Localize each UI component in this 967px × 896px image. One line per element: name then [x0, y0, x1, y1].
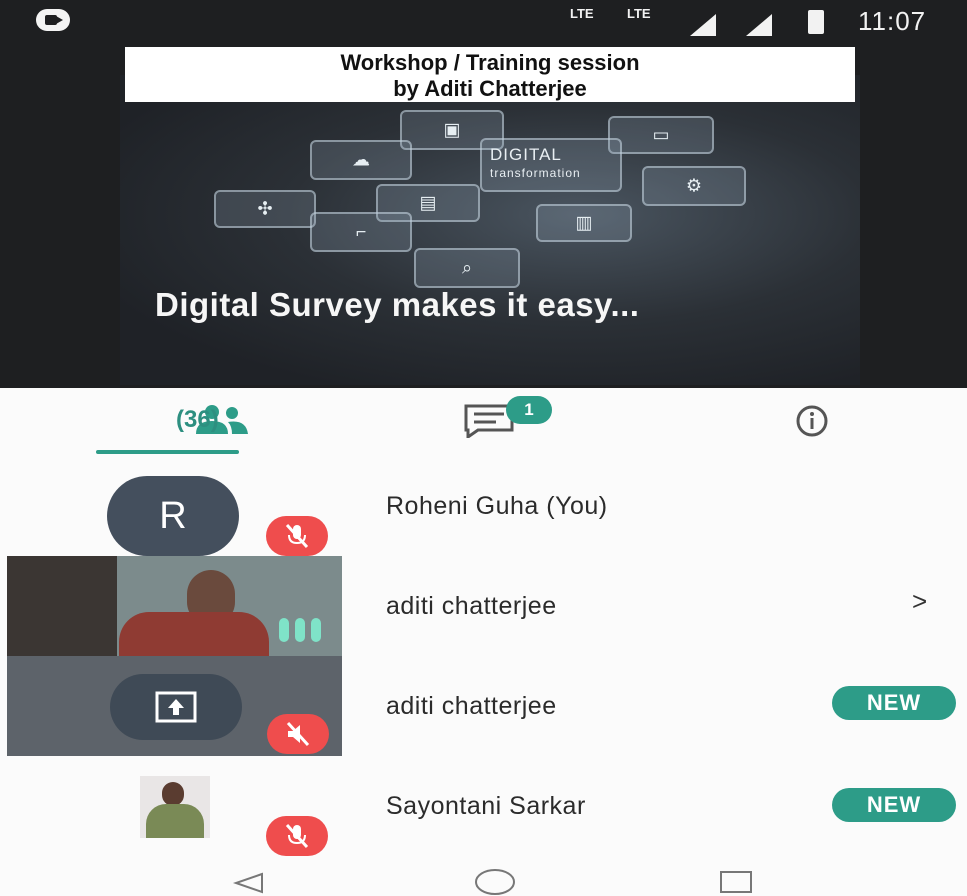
clock: 11:07: [858, 6, 927, 36]
participant-row[interactable]: Sayontani Sarkar NEW: [0, 758, 967, 858]
slide-caption: Digital Survey makes it easy...: [155, 286, 640, 323]
gears-tile-icon: ⚙: [642, 166, 746, 206]
mic-off-icon: [267, 714, 329, 754]
system-nav-bar: [0, 858, 967, 896]
participant-name: aditi chatterjee: [386, 692, 557, 720]
signal-icon: [746, 14, 772, 36]
session-presenter: by Aditi Chatterjee: [393, 76, 587, 101]
monitor-tile-icon: ▭: [608, 116, 714, 154]
participant-row[interactable]: R Roheni Guha (You): [0, 458, 967, 558]
chat-unread-badge: 1: [506, 396, 552, 424]
avatar-photo: [140, 776, 210, 838]
participant-name: Sayontani Sarkar: [386, 792, 586, 820]
mic-off-icon: [266, 816, 328, 856]
home-icon[interactable]: [472, 868, 518, 896]
audio-level-icon: [279, 618, 331, 642]
video-stage[interactable]: LTE LTE 11:07 Workshop / Training sessio…: [0, 0, 967, 388]
new-badge: NEW: [832, 686, 956, 720]
recents-icon[interactable]: [718, 870, 754, 894]
tab-participants[interactable]: (36): [90, 388, 250, 458]
battery-icon: [808, 10, 824, 34]
mic-off-icon: [266, 516, 328, 556]
cloud-tile-icon: ☁: [310, 140, 412, 180]
new-badge: NEW: [832, 788, 956, 822]
person-body: [119, 612, 269, 656]
lte-label: LTE: [570, 6, 594, 21]
signal-icon: [690, 14, 716, 36]
slide-word: transformation: [490, 166, 581, 180]
participant-video: [7, 556, 342, 656]
network-tile-icon: ✣: [214, 190, 316, 228]
session-title-banner: Workshop / Training session by Aditi Cha…: [125, 47, 855, 102]
tab-info[interactable]: [770, 388, 860, 458]
share-screen-button[interactable]: [110, 674, 242, 740]
avatar: R: [107, 476, 239, 556]
screen-share-tile: [7, 656, 342, 756]
slide-word: DIGITAL: [490, 145, 562, 164]
participant-name: Roheni Guha (You): [386, 492, 608, 520]
participant-row[interactable]: aditi chatterjee NEW: [0, 656, 967, 758]
active-tab-indicator: [96, 450, 239, 454]
info-icon: [796, 405, 828, 437]
tab-bar: (36) 1: [0, 388, 967, 458]
chart-tile-icon: ▥: [536, 204, 632, 242]
session-title: Workshop / Training session: [340, 50, 640, 75]
back-icon[interactable]: [232, 872, 266, 894]
slide-text: DIGITAL transformation: [490, 146, 581, 182]
participant-list: R Roheni Guha (You) aditi chatterjee > a…: [0, 458, 967, 858]
video-call-icon: [36, 9, 70, 31]
participant-count: (36): [176, 406, 219, 433]
tab-chat[interactable]: 1: [450, 388, 560, 458]
share-screen-icon: [155, 691, 197, 723]
participant-name: aditi chatterjee: [386, 592, 557, 620]
video-background: [7, 556, 117, 656]
chevron-right-icon[interactable]: >: [912, 586, 927, 617]
robot-arm-tile-icon: ⌐: [310, 212, 412, 252]
magnifier-tile-icon: ⌕: [414, 248, 520, 288]
participant-row[interactable]: aditi chatterjee >: [0, 556, 967, 658]
status-bar: LTE LTE 11:07: [0, 0, 967, 42]
lte-label: LTE: [627, 6, 651, 21]
